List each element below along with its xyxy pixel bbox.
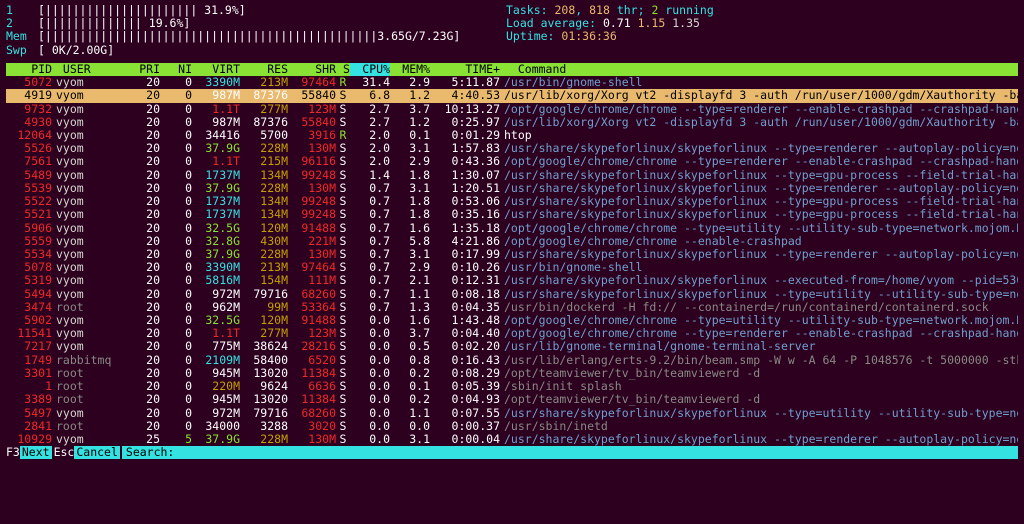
uptime-line: Uptime: 01:36:36 xyxy=(506,30,714,43)
process-list[interactable]: 5072vyom2003390M213M97464R31.42.95:11.87… xyxy=(6,76,1018,446)
process-row[interactable]: 5319vyom2005816M154M111MS0.72.10:12.31/u… xyxy=(6,274,1018,287)
search-input[interactable]: Search: xyxy=(122,446,1018,459)
top-panel: 1 [|||||||||||||||||||||| 31.9%] 2 [||||… xyxy=(6,4,1018,57)
esc-label[interactable]: Cancel xyxy=(74,446,120,459)
process-row[interactable]: 4919vyom200987M8737655840S6.81.24:40.53/… xyxy=(6,89,1018,102)
process-row[interactable]: 7217vyom200775M3862428216S0.00.50:02.20/… xyxy=(6,340,1018,353)
process-row[interactable]: 4930vyom200987M8737655840S2.71.20:25.97/… xyxy=(6,116,1018,129)
process-row[interactable]: 5559vyom20032.8G430M221MS0.75.84:21.86/o… xyxy=(6,235,1018,248)
hdr-cmd[interactable]: Command xyxy=(500,63,1018,76)
swp-meter: Swp [ 0K/2.00G] xyxy=(6,44,506,57)
process-row[interactable]: 7561vyom2001.1T215M96116S2.02.90:43.36/o… xyxy=(6,155,1018,168)
footer-bar: F3Next EscCancel Search: xyxy=(6,446,1018,459)
swp-bar: [ 0K/2.00G] xyxy=(38,44,114,57)
mem-meter: Mem [|||||||||||||||||||||||||||||||||||… xyxy=(6,30,506,43)
esc-key[interactable]: Esc xyxy=(54,446,75,459)
mem-label: Mem xyxy=(6,30,38,43)
process-row[interactable]: 5497vyom200972M7971668260S0.01.10:07.55/… xyxy=(6,407,1018,420)
stats: Tasks: 208, 818 thr; 2 running Load aver… xyxy=(506,4,714,57)
process-row[interactable]: 5906vyom20032.5G120M91488S0.71.61:35.18/… xyxy=(6,222,1018,235)
f3-key[interactable]: F3 xyxy=(6,446,20,459)
process-row[interactable]: 5489vyom2001737M134M99248S1.41.81:30.07/… xyxy=(6,169,1018,182)
meters: 1 [|||||||||||||||||||||| 31.9%] 2 [||||… xyxy=(6,4,506,57)
process-row[interactable]: 5521vyom2001737M134M99248S0.71.80:35.16/… xyxy=(6,208,1018,221)
process-row[interactable]: 5494vyom200972M7971668260S0.71.10:08.18/… xyxy=(6,288,1018,301)
process-row[interactable]: 1749rabbitmq2002109M584006520S0.00.80:16… xyxy=(6,354,1018,367)
f3-label[interactable]: Next xyxy=(20,446,52,459)
mem-bar: [|||||||||||||||||||||||||||||||||||||||… xyxy=(38,30,460,43)
process-row[interactable]: 3389root200945M1302011384S0.00.20:04.93/… xyxy=(6,393,1018,406)
process-row[interactable]: 9732vyom2001.1T277M123MS2.73.710:13.27/o… xyxy=(6,103,1018,116)
swp-label: Swp xyxy=(6,44,38,57)
